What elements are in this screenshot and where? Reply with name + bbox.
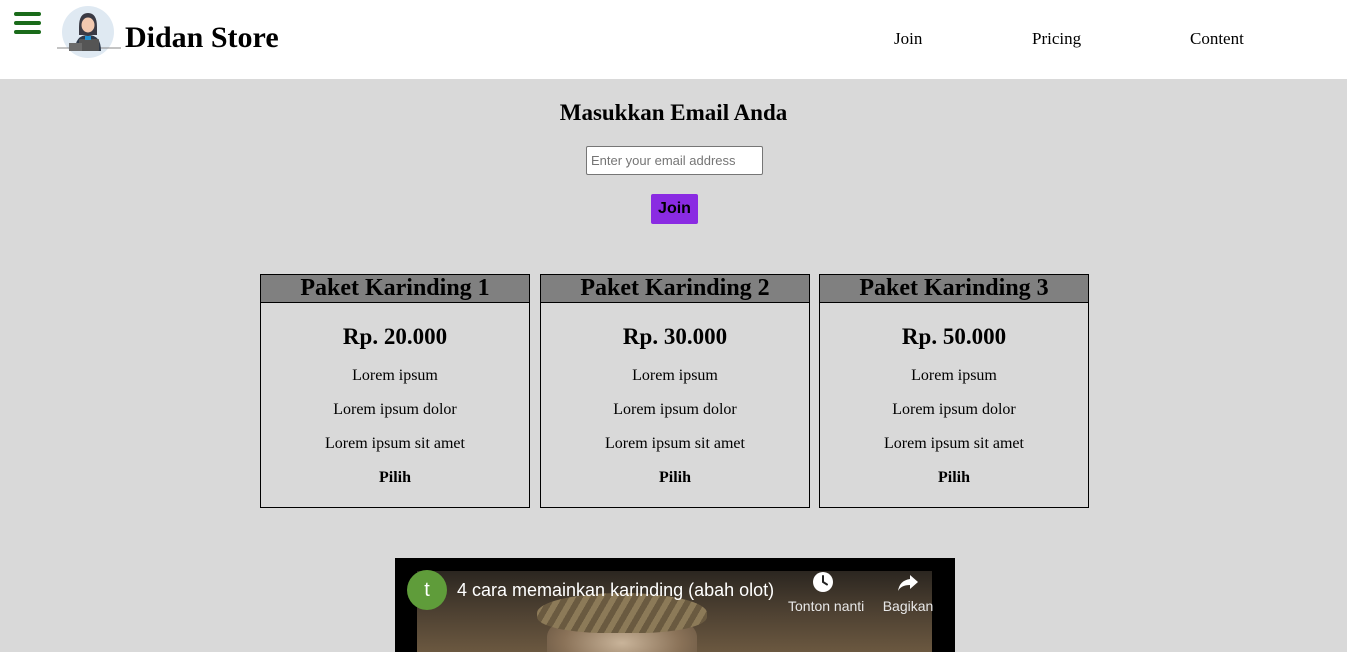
join-button[interactable]: Join <box>651 194 698 224</box>
share-label: Bagikan <box>882 598 934 614</box>
card-title: Paket Karinding 3 <box>820 275 1088 303</box>
watch-later-button[interactable]: Tonton nanti <box>788 570 865 614</box>
pricing-card-2: Paket Karinding 2 Rp. 30.000 Lorem ipsum… <box>540 274 810 508</box>
clock-icon <box>813 572 833 592</box>
channel-avatar[interactable]: t <box>407 570 447 610</box>
card-feature: Lorem ipsum <box>352 367 438 384</box>
nav-pricing-link[interactable]: Pricing <box>1032 29 1081 49</box>
card-price: Rp. 20.000 <box>342 324 448 349</box>
pricing-card-1: Paket Karinding 1 Rp. 20.000 Lorem ipsum… <box>260 274 530 508</box>
nav-join-link[interactable]: Join <box>894 29 922 49</box>
pricing-card-3: Paket Karinding 3 Rp. 50.000 Lorem ipsum… <box>819 274 1089 508</box>
signup-heading: Masukkan Email Anda <box>559 100 788 125</box>
card-feature: Lorem ipsum dolor <box>892 401 1016 418</box>
brand-title: Didan Store <box>125 21 279 54</box>
card-feature: Lorem ipsum <box>911 367 997 384</box>
card-title: Paket Karinding 2 <box>541 275 809 303</box>
site-header: Didan Store Join Pricing Content <box>0 0 1347 79</box>
logo-avatar-image <box>57 6 121 58</box>
card-feature: Lorem ipsum dolor <box>333 401 457 418</box>
card-title: Paket Karinding 1 <box>261 275 529 303</box>
card-price: Rp. 30.000 <box>622 324 728 349</box>
watch-later-label: Tonton nanti <box>788 598 865 614</box>
card-feature: Lorem ipsum sit amet <box>884 435 1024 452</box>
share-button[interactable]: Bagikan <box>873 570 943 614</box>
card-feature: Lorem ipsum sit amet <box>605 435 745 452</box>
card-feature: Lorem ipsum <box>632 367 718 384</box>
select-plan-button[interactable]: Pilih <box>820 468 1088 488</box>
hamburger-menu-icon[interactable] <box>14 12 41 34</box>
card-feature: Lorem ipsum dolor <box>613 401 737 418</box>
email-input[interactable] <box>586 146 763 175</box>
video-embed[interactable]: t 4 cara memainkan karinding (abah olot)… <box>395 558 955 652</box>
select-plan-button[interactable]: Pilih <box>261 468 529 488</box>
card-price: Rp. 50.000 <box>901 324 1007 349</box>
nav-content-link[interactable]: Content <box>1190 29 1244 49</box>
select-plan-button[interactable]: Pilih <box>541 468 809 488</box>
card-feature: Lorem ipsum sit amet <box>325 435 465 452</box>
video-title[interactable]: 4 cara memainkan karinding (abah olot) <box>457 579 774 601</box>
share-arrow-icon <box>898 575 918 591</box>
